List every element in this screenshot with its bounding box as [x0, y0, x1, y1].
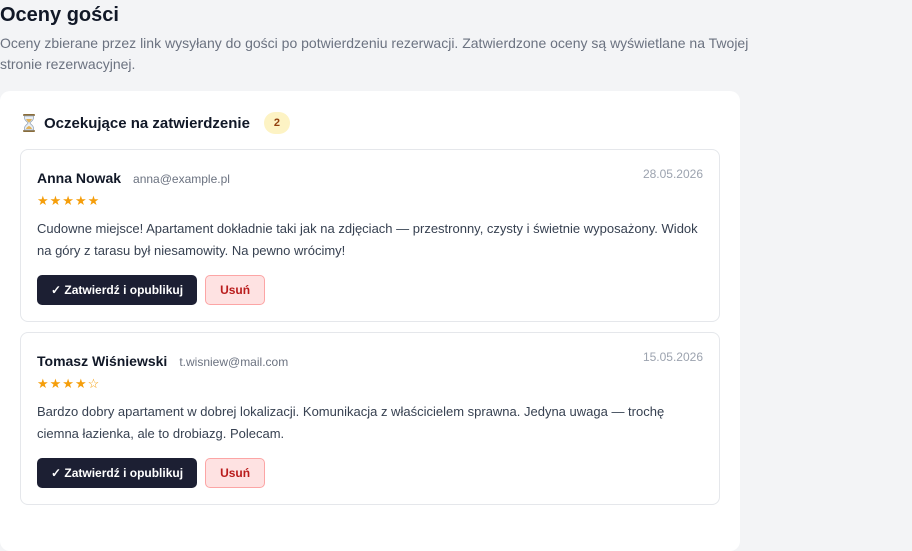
section-header: Oczekujące na zatwierdzenie 2 [22, 112, 290, 134]
reviewer-name: Anna Nowak [37, 170, 122, 186]
page-title: Oceny gości [0, 4, 119, 26]
hourglass-icon [22, 114, 36, 132]
review-date: 28.05.2026 [642, 167, 703, 181]
page-description: Oceny zbierane przez link wysyłany do go… [0, 35, 749, 72]
review-actions: ✓ Zatwierdź i opublikuj Usuń [37, 458, 266, 488]
reviewer-email: anna@example.pl [133, 172, 230, 186]
reviewer-info: Tomasz Wiśniewski t.wisniew@mail.com [37, 353, 288, 369]
section-title: Oczekujące na zatwierdzenie [44, 114, 250, 132]
pending-reviews-panel: Oczekujące na zatwierdzenie 2 Anna Nowak… [0, 91, 740, 551]
reviewer-email: t.wisniew@mail.com [179, 355, 289, 369]
approve-publish-button[interactable]: ✓ Zatwierdź i opublikuj [37, 458, 198, 488]
approve-publish-button[interactable]: ✓ Zatwierdź i opublikuj [37, 275, 198, 305]
pending-count-badge: 2 [263, 112, 290, 134]
delete-button[interactable]: Usuń [205, 458, 266, 488]
reviewer-info: Anna Nowak anna@example.pl [37, 170, 230, 186]
page: Oceny gości Oceny zbierane przez link wy… [0, 0, 912, 551]
review-text: Cudowne miejsce! Apartament dokładnie ta… [37, 221, 698, 258]
delete-button[interactable]: Usuń [205, 275, 266, 305]
review-actions: ✓ Zatwierdź i opublikuj Usuń [37, 275, 266, 305]
review-text: Bardzo dobry apartament w dobrej lokaliz… [37, 404, 665, 441]
review-date: 15.05.2026 [642, 350, 703, 364]
review-card: Anna Nowak anna@example.pl 28.05.2026 ★★… [20, 149, 720, 322]
review-card: Tomasz Wiśniewski t.wisniew@mail.com 15.… [20, 332, 720, 505]
reviewer-name: Tomasz Wiśniewski [37, 353, 168, 369]
star-rating: ★★★★★ [37, 193, 101, 208]
star-rating: ★★★★☆ [37, 376, 101, 391]
